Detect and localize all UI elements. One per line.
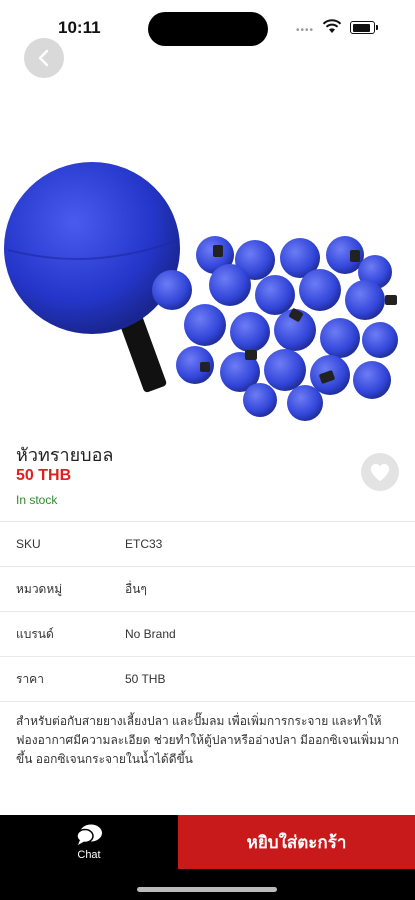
spec-row-category: หมวดหมู่ อื่นๆ [0,566,415,611]
spec-label: SKU [16,537,41,551]
product-description: สำหรับต่อกับสายยางเลี้ยงปลา และปั๊มลม เพ… [16,714,399,766]
spec-label: แบรนด์ [16,626,54,641]
heart-icon [370,463,390,482]
spec-label: หมวดหมู่ [16,581,63,596]
spec-value: No Brand [125,627,176,641]
home-indicator [137,887,277,892]
dynamic-island [148,12,268,46]
spec-row-brand: แบรนด์ No Brand [0,611,415,656]
chat-bubble-icon [76,824,102,845]
back-button[interactable] [24,38,64,78]
spec-label: ราคา [16,671,44,686]
signal-dots-icon: •••• [296,25,315,36]
add-to-cart-button[interactable]: หยิบใส่ตะกร้า [178,815,415,869]
battery-icon [350,21,378,34]
product-image [4,162,398,421]
spec-value: อื่นๆ [125,581,147,596]
chat-label: Chat [77,849,101,861]
product-title: หัวทรายบอล [16,445,114,465]
spec-value: 50 THB [125,672,166,686]
bottom-action-bar: Chat หยิบใส่ตะกร้า [0,815,415,900]
spec-row-price: ราคา 50 THB [0,656,415,702]
stock-status: In stock [16,493,58,507]
spec-value: ETC33 [125,537,163,551]
favorite-button[interactable] [361,453,399,491]
product-price: 50 THB [16,467,72,484]
status-bar: 10:11 •••• [0,0,415,56]
wifi-icon [322,19,342,33]
spec-row-sku: SKU ETC33 [0,521,415,566]
spec-table: SKU ETC33 หมวดหมู่ อื่นๆ แบรนด์ No Brand… [0,521,415,702]
status-time: 10:11 [58,18,101,37]
chat-button[interactable]: Chat [0,815,178,869]
chevron-left-icon [38,49,49,67]
